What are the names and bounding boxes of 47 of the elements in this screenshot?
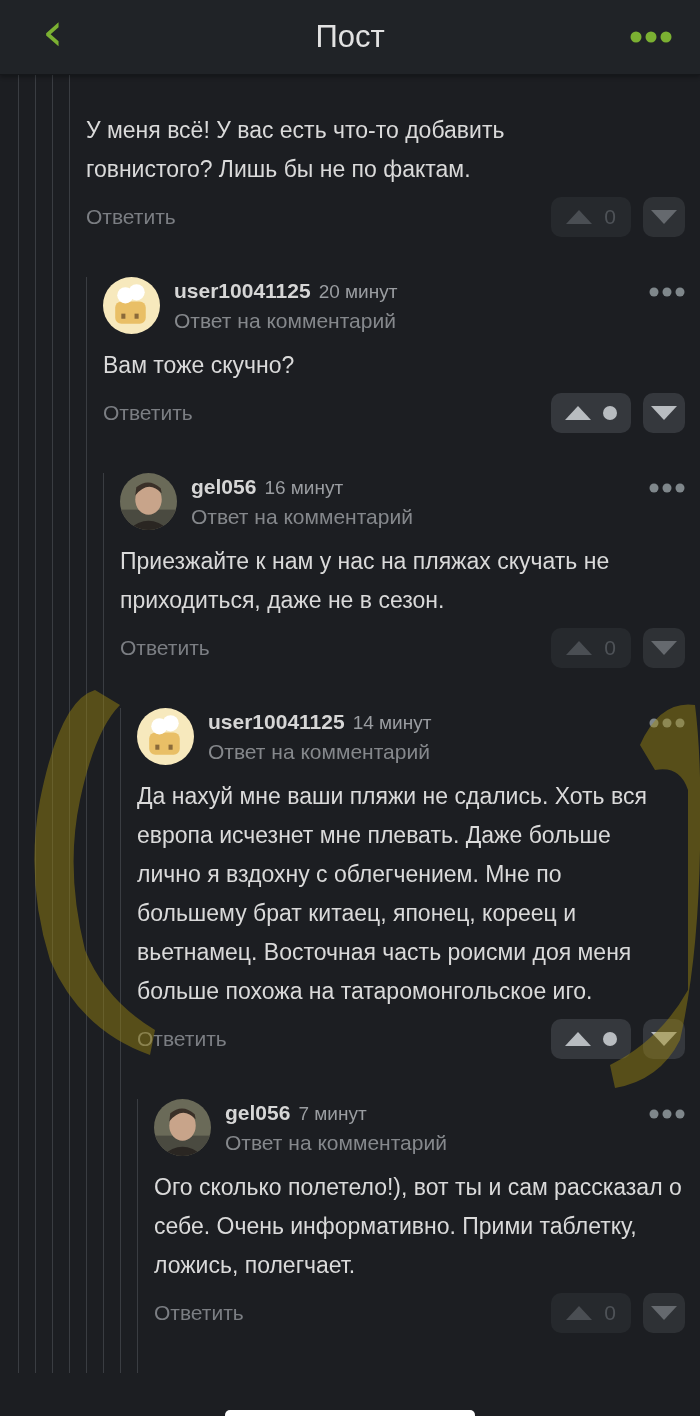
triangle-up-icon xyxy=(565,1032,591,1046)
reply-label[interactable]: Ответ на комментарий xyxy=(191,504,649,529)
reply-link[interactable]: Ответить xyxy=(120,636,210,660)
triangle-down-icon xyxy=(651,210,677,224)
triangle-down-icon xyxy=(651,1032,677,1046)
comment-text: Да нахуй мне ваши пляжи не сдались. Хоть вся европа исчезнет мне плевать. Даже больше лично я вздохну с облегчением. Мне по большему брат китаец, японец, кореец и вьетнамец. Восточная часть роисми доя меня больше похожа на татаромонгольское иго. xyxy=(137,782,648,1006)
reply-link[interactable]: Ответить xyxy=(86,205,176,229)
back-button[interactable]: ‹ xyxy=(36,5,70,69)
triangle-down-icon xyxy=(651,1306,677,1320)
triangle-down-icon xyxy=(651,641,677,655)
comment-text: Ого сколько полетело!), вот ты и сам рассказал о себе. Очень информативно. Прими таблетку, ложись, полегчает. xyxy=(154,1173,683,1280)
comment-time: 14 минут xyxy=(352,711,432,734)
comment-time: 20 минут xyxy=(318,280,398,303)
comment-text: У меня всё! У вас есть что-то добавить говнистого? Лишь бы не по фактам. xyxy=(86,116,506,184)
comment-text: Вам тоже скучно? xyxy=(103,351,296,380)
dot-icon xyxy=(603,1032,617,1046)
reply-label[interactable]: Ответ на комментарий xyxy=(225,1130,649,1155)
author-name[interactable]: gel056 xyxy=(191,474,257,499)
triangle-up-icon xyxy=(566,1306,593,1320)
avatar-icon[interactable] xyxy=(103,277,160,334)
author-name[interactable]: gel056 xyxy=(225,1100,291,1125)
author-name[interactable]: user10041125 xyxy=(174,278,311,303)
more-icon[interactable] xyxy=(630,31,672,43)
page-title: Пост xyxy=(315,19,385,55)
more-icon[interactable] xyxy=(649,1109,685,1119)
triangle-up-icon xyxy=(566,641,593,655)
upvote-button[interactable] xyxy=(551,1019,631,1059)
reply-link[interactable]: Ответить xyxy=(103,401,193,425)
more-icon[interactable] xyxy=(649,718,685,728)
more-icon[interactable] xyxy=(649,483,685,493)
more-icon[interactable] xyxy=(649,287,685,297)
comment-time: 7 минут xyxy=(298,1102,367,1125)
triangle-up-icon xyxy=(565,406,591,420)
comment-text: Приезжайте к нам у нас на пляжах скучать не приходиться, даже не в сезон. xyxy=(120,547,611,615)
upvote-button[interactable] xyxy=(551,393,631,433)
reply-link[interactable]: Ответить xyxy=(137,1027,227,1051)
avatar-icon[interactable] xyxy=(137,708,194,765)
reply-label[interactable]: Ответ на комментарий xyxy=(208,739,649,764)
author-name[interactable]: user10041125 xyxy=(208,709,345,734)
reply-label[interactable]: Ответ на комментарий xyxy=(174,308,649,333)
reply-link[interactable]: Ответить xyxy=(154,1301,244,1325)
comment-time: 16 минут xyxy=(264,476,344,499)
triangle-up-icon xyxy=(566,210,593,224)
dot-icon xyxy=(603,406,617,420)
triangle-down-icon xyxy=(651,406,677,420)
downvote-button[interactable] xyxy=(643,1019,685,1059)
downvote-button[interactable] xyxy=(643,393,685,433)
